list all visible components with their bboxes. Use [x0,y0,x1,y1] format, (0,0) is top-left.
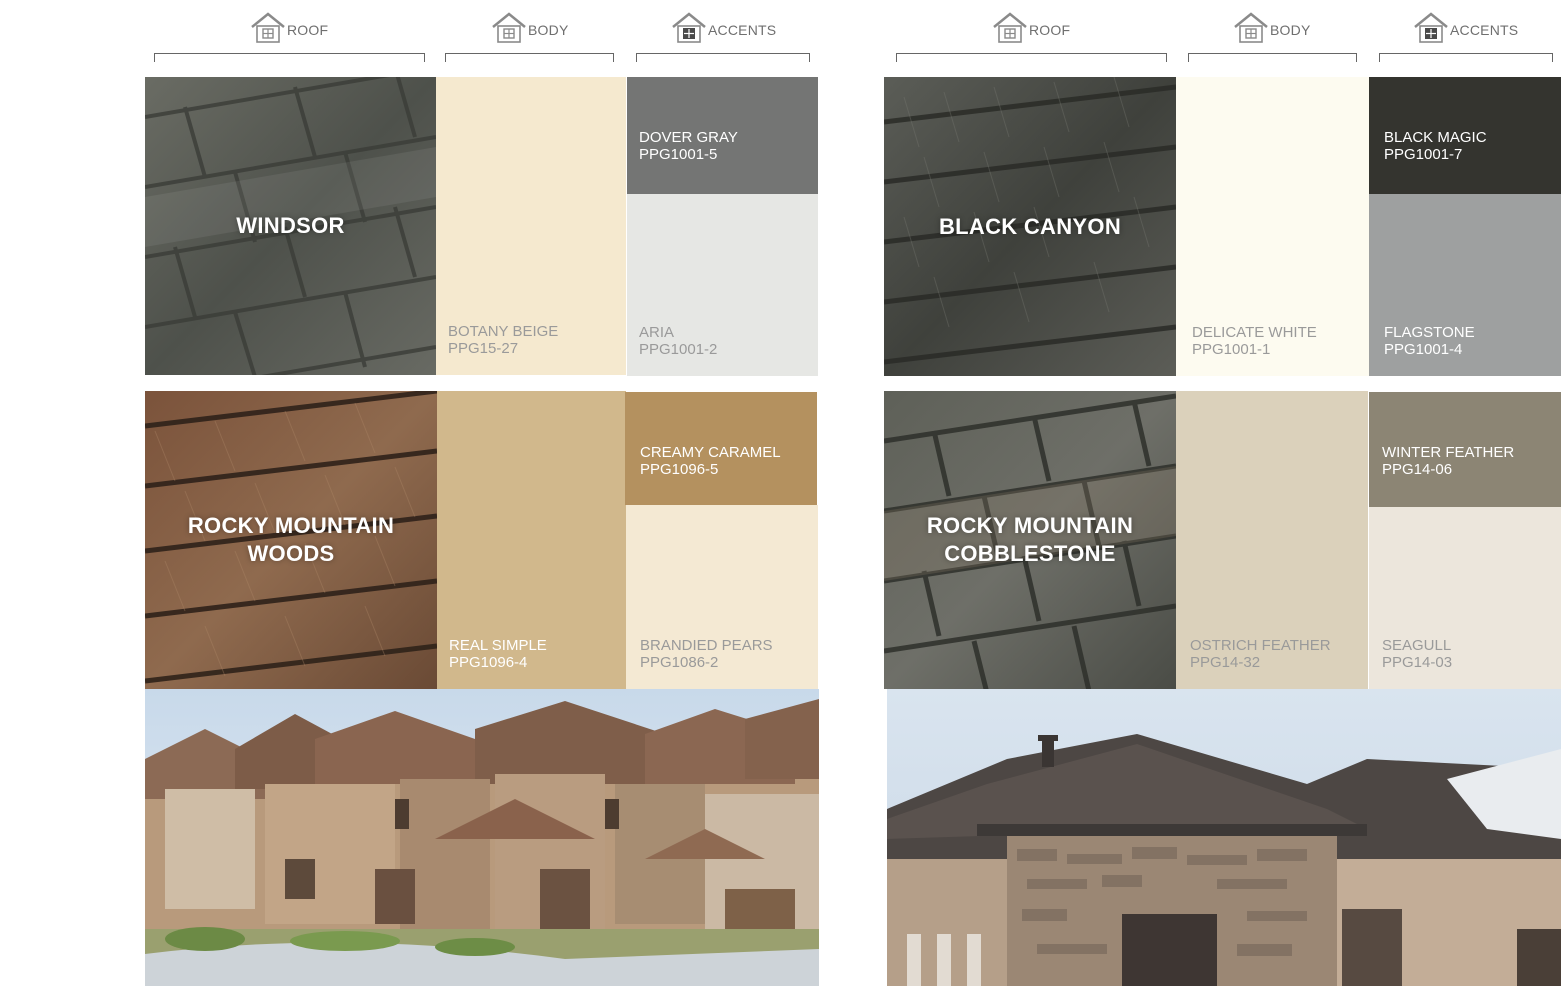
color-name: BRANDIED PEARS [640,637,773,654]
house-icon [251,12,285,43]
accent-color-label: DOVER GRAY PPG1001-5 [639,129,738,163]
roof-tile-swatch: ROCKY MOUNTAIN COBBLESTONE [884,391,1176,689]
color-code: PPG15-27 [448,340,519,357]
roof-name: ROCKY MOUNTAIN COBBLESTONE [926,513,1134,566]
body-header: BODY [1234,10,1310,44]
body-swatch: DELICATE WHITE PPG1001-1 [1176,77,1369,376]
accents-header: ACCENTS [1414,10,1518,44]
body-column-label: BODY [528,22,569,38]
color-name: BLACK MAGIC [1384,129,1487,146]
color-name: BOTANY BEIGE [448,323,559,340]
color-name: DOVER GRAY [639,129,738,146]
house-icon [492,12,526,43]
house-photo [887,689,1561,986]
accent-color-label: WINTER FEATHER PPG14-06 [1382,444,1514,478]
accent-color-label: BLACK MAGIC PPG1001-7 [1384,129,1487,163]
body-bracket [445,53,614,62]
color-code: PPG1096-5 [640,461,719,478]
accent-swatch-secondary: ARIA PPG1001-2 [627,194,818,376]
accent-swatch-primary: WINTER FEATHER PPG14-06 [1369,392,1561,507]
roof-column-label: ROOF [287,22,329,38]
color-code: PPG1086-2 [640,654,719,671]
accents-column-label: ACCENTS [1450,22,1519,38]
color-name: ARIA [639,324,675,341]
accent-color-label: SEAGULL PPG14-03 [1382,637,1452,671]
body-color-label: REAL SIMPLE PPG1096-4 [449,637,547,671]
color-name: OSTRICH FEATHER [1190,637,1331,654]
house-icon [1234,12,1268,43]
accent-swatch-primary: BLACK MAGIC PPG1001-7 [1369,77,1561,194]
roof-tile-swatch: WINDSOR [145,77,436,375]
color-name: FLAGSTONE [1384,324,1475,341]
roof-tile-swatch: ROCKY MOUNTAIN WOODS [145,391,437,689]
color-code: PPG1001-5 [639,146,718,163]
roof-tile-swatch: BLACK CANYON [884,77,1176,376]
color-code: PPG14-03 [1382,654,1453,671]
color-name: SEAGULL [1382,637,1452,654]
body-swatch: OSTRICH FEATHER PPG14-32 [1176,391,1368,689]
color-name: REAL SIMPLE [449,637,547,654]
color-code: PPG14-06 [1382,461,1453,478]
roof-name: BLACK CANYON [938,213,1122,239]
color-code: PPG1001-7 [1384,146,1463,163]
body-bracket [1188,53,1357,62]
color-name: WINTER FEATHER [1382,444,1515,461]
accent-swatch-primary: DOVER GRAY PPG1001-5 [627,77,818,194]
roof-header: ROOF [993,10,1070,44]
accents-bracket [636,53,810,62]
house-icon [672,12,706,43]
accent-swatch-primary: CREAMY CARAMEL PPG1096-5 [625,392,817,505]
color-name: DELICATE WHITE [1192,324,1317,341]
body-color-label: BOTANY BEIGE PPG15-27 [448,323,558,357]
roof-bracket [154,53,425,62]
accent-swatch-secondary: FLAGSTONE PPG1001-4 [1369,194,1561,376]
color-name: CREAMY CARAMEL [640,444,781,461]
accents-column-label: ACCENTS [708,22,777,38]
body-color-label: OSTRICH FEATHER PPG14-32 [1190,637,1331,671]
roof-column-label: ROOF [1029,22,1071,38]
body-header: BODY [492,10,568,44]
roof-name: ROCKY MOUNTAIN WOODS [187,513,395,566]
body-swatch: BOTANY BEIGE PPG15-27 [436,77,626,375]
roof-header: ROOF [251,10,328,44]
house-photo [145,689,819,986]
color-code: PPG14-32 [1190,654,1261,671]
roof-name: WINDSOR [236,213,345,238]
color-code: PPG1001-4 [1384,341,1463,358]
accent-color-label: ARIA PPG1001-2 [639,324,717,358]
color-code: PPG1096-4 [449,654,528,671]
body-column-label: BODY [1270,22,1311,38]
accent-color-label: FLAGSTONE PPG1001-4 [1384,324,1475,358]
color-code: PPG1001-1 [1192,341,1271,358]
house-icon [1414,12,1448,43]
accent-color-label: CREAMY CARAMEL PPG1096-5 [640,444,781,478]
accent-swatch-secondary: BRANDIED PEARS PPG1086-2 [626,505,818,689]
roof-bracket [896,53,1167,62]
body-swatch: REAL SIMPLE PPG1096-4 [437,391,626,689]
accent-swatch-secondary: SEAGULL PPG14-03 [1369,507,1561,689]
accent-color-label: BRANDIED PEARS PPG1086-2 [640,637,773,671]
color-code: PPG1001-2 [639,341,718,358]
body-color-label: DELICATE WHITE PPG1001-1 [1192,324,1317,358]
accents-bracket [1379,53,1553,62]
accents-header: ACCENTS [672,10,776,44]
house-icon [993,12,1027,43]
